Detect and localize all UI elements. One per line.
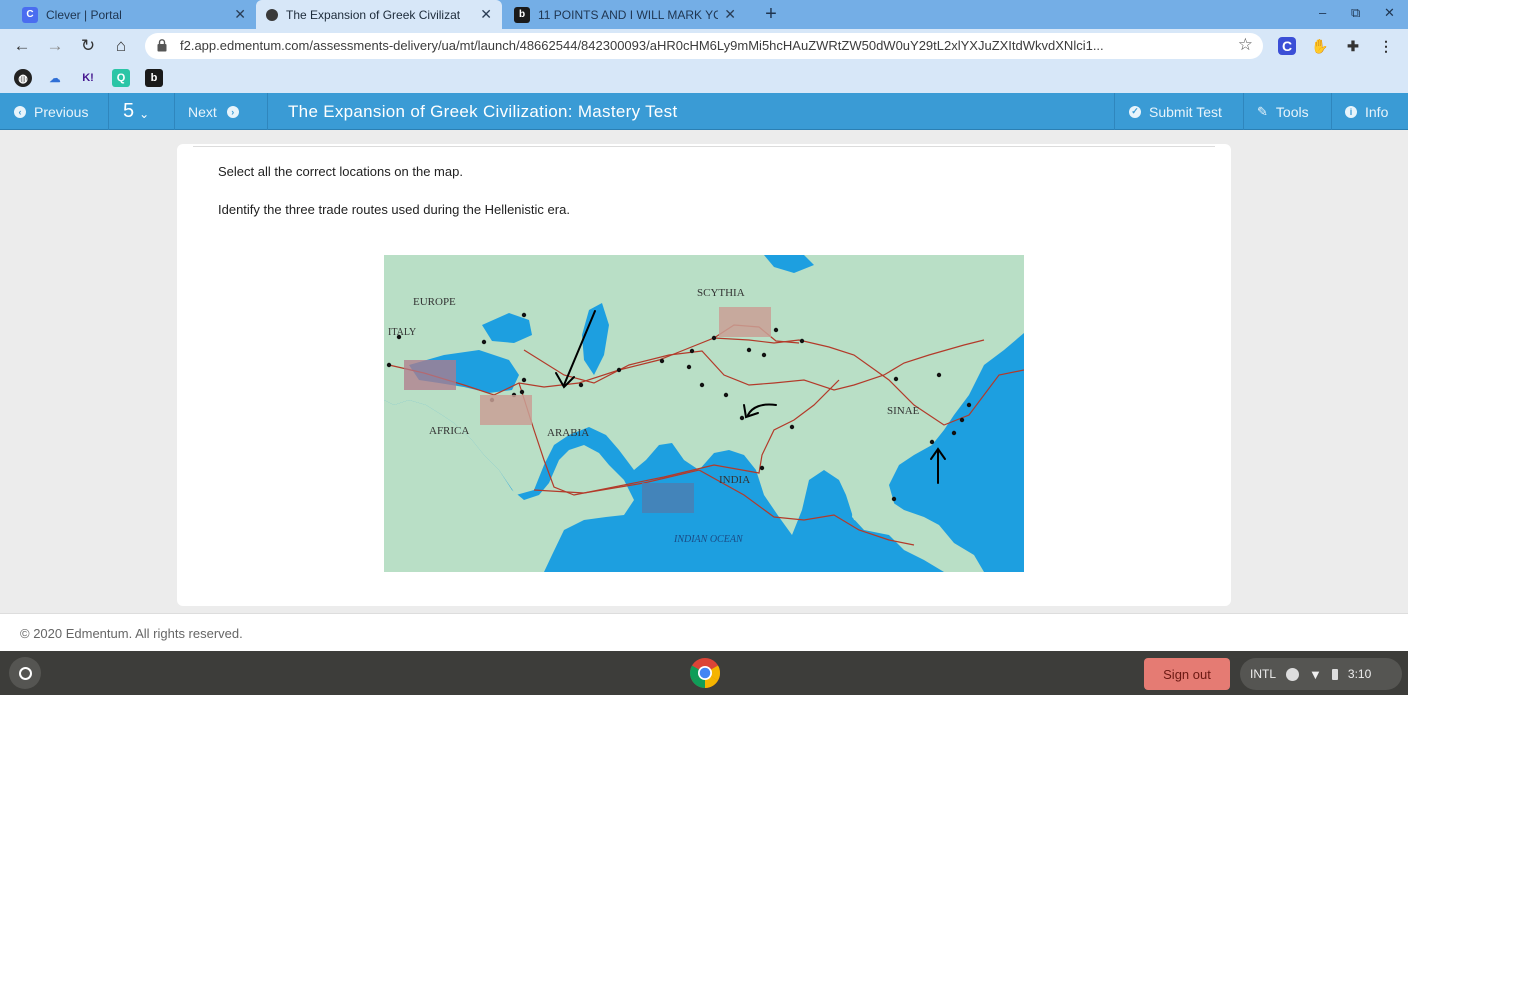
tab-brainly[interactable]: b 11 POINTS AND I WILL MARK YO ✕	[504, 0, 746, 29]
tab-title: 11 POINTS AND I WILL MARK YO	[538, 7, 719, 22]
clever-extension-icon[interactable]: C	[1278, 37, 1296, 55]
globe-bookmark-icon[interactable]: ◍	[14, 69, 32, 87]
tools-button[interactable]: ✎ Tools	[1244, 93, 1332, 130]
question-number-dropdown[interactable]: 5 ⌄	[109, 93, 175, 130]
battery-icon	[1331, 668, 1338, 680]
tab-edmentum[interactable]: The Expansion of Greek Civilizat ✕	[256, 0, 502, 29]
label-africa: AFRICA	[429, 425, 469, 437]
close-tab-icon[interactable]: ✕	[234, 6, 246, 23]
chevron-down-icon: ⌄	[139, 106, 150, 121]
hotspot-mediterranean[interactable]	[404, 360, 456, 390]
browser-toolbar: ← → ↻ ⌂ f2.app.edmentum.com/assessments-…	[0, 29, 1408, 63]
question-prompt: Identify the three trade routes used dur…	[218, 202, 570, 217]
launcher-button[interactable]	[9, 657, 41, 689]
close-tab-icon[interactable]: ✕	[480, 6, 492, 23]
label-sinae: SINAE	[887, 405, 920, 417]
bookmarks-bar: ◍ ☁ K! Q b	[0, 63, 1408, 93]
menu-dots-icon[interactable]: ⋮	[1377, 37, 1395, 55]
input-method-label: INTL	[1250, 667, 1277, 681]
kahoot-bookmark-icon[interactable]: K!	[79, 69, 97, 87]
close-window-icon[interactable]: ✕	[1384, 5, 1395, 21]
previous-label: Previous	[34, 103, 89, 120]
reload-icon[interactable]: ↻	[77, 35, 99, 57]
label-europe: EUROPE	[413, 296, 456, 308]
info-button[interactable]: i Info	[1332, 93, 1408, 130]
next-icon: ›	[226, 105, 239, 118]
back-icon[interactable]: ←	[11, 35, 33, 57]
next-label: Next	[188, 103, 217, 120]
new-tab-button[interactable]: +	[760, 3, 782, 26]
tab-clever[interactable]: C Clever | Portal ✕	[12, 0, 256, 29]
previous-icon: ‹	[14, 105, 26, 118]
label-arabia: ARABIA	[547, 427, 589, 439]
wrench-icon: ✎	[1257, 103, 1268, 119]
wifi-icon: ▼	[1309, 666, 1322, 682]
question-instruction: Select all the correct locations on the …	[218, 164, 463, 179]
brainly-bookmark-icon[interactable]: b	[145, 69, 163, 87]
hotspot-egypt[interactable]	[480, 395, 532, 425]
submit-label: Submit Test	[1149, 103, 1222, 120]
page-footer: © 2020 Edmentum. All rights reserved.	[0, 613, 1408, 651]
launcher-circle-icon	[18, 666, 32, 680]
next-button[interactable]: Next ›	[175, 93, 268, 130]
os-shelf: Sign out INTL ▼ 3:10	[0, 651, 1408, 695]
puzzle-extensions-icon[interactable]: ✚	[1344, 37, 1362, 55]
tools-label: Tools	[1275, 103, 1309, 120]
clock-time: 3:10	[1347, 667, 1372, 681]
info-icon: i	[1345, 105, 1357, 118]
screenshot-area: C Clever | Portal ✕ The Expansion of Gre…	[0, 0, 1408, 695]
hotspot-indian-ocean[interactable]	[642, 483, 694, 513]
quizizz-bookmark-icon[interactable]: Q	[112, 69, 130, 87]
minimize-icon[interactable]: –	[1319, 5, 1326, 20]
address-bar[interactable]: f2.app.edmentum.com/assessments-delivery…	[145, 33, 1263, 59]
label-indian-ocean: INDIAN OCEAN	[673, 534, 744, 545]
previous-button[interactable]: ‹ Previous	[0, 93, 109, 130]
notification-icon	[1286, 667, 1300, 681]
hand-extension-icon[interactable]: ✋	[1311, 37, 1329, 55]
tab-title: Clever | Portal	[46, 7, 122, 22]
label-scythia: SCYTHIA	[697, 287, 745, 299]
question-number: 5	[123, 100, 135, 122]
hotspot-scythia[interactable]	[719, 307, 771, 337]
sign-out-button[interactable]: Sign out	[1144, 658, 1230, 690]
trade-routes-map[interactable]: EUROPE SCYTHIA ITALY AFRICA ARABIA SINAE…	[384, 255, 1024, 572]
status-tray[interactable]: INTL ▼ 3:10	[1240, 658, 1402, 690]
label-india: INDIA	[719, 474, 750, 486]
edmentum-favicon-icon	[266, 8, 278, 21]
chrome-icon[interactable]	[688, 656, 722, 690]
home-icon[interactable]: ⌂	[110, 35, 132, 57]
browser-tab-strip: C Clever | Portal ✕ The Expansion of Gre…	[0, 0, 1408, 29]
info-label: Info	[1365, 103, 1389, 120]
url-text: f2.app.edmentum.com/assessments-delivery…	[180, 38, 1104, 53]
clever-favicon-icon: C	[22, 6, 38, 23]
lock-icon	[157, 39, 167, 52]
brainly-favicon-icon: b	[514, 6, 530, 23]
assessment-header: ‹ Previous 5 ⌄ Next › The Expansion of G…	[0, 93, 1408, 130]
question-card: Select all the correct locations on the …	[177, 144, 1231, 606]
tab-title: The Expansion of Greek Civilizat	[286, 7, 461, 22]
page-title: The Expansion of Greek Civilization: Mas…	[288, 102, 678, 121]
copyright-text: © 2020 Edmentum. All rights reserved.	[20, 626, 243, 641]
divider	[193, 146, 1215, 147]
forward-icon[interactable]: →	[44, 35, 66, 57]
label-italy: ITALY	[388, 327, 416, 338]
weather-bookmark-icon[interactable]: ☁	[46, 69, 64, 87]
bookmark-star-icon[interactable]: ☆	[1238, 35, 1253, 55]
close-tab-icon[interactable]: ✕	[724, 6, 736, 23]
submit-test-button[interactable]: ✓ Submit Test	[1114, 93, 1244, 130]
check-icon: ✓	[1129, 105, 1141, 118]
restore-icon[interactable]: ⧉	[1351, 5, 1360, 21]
